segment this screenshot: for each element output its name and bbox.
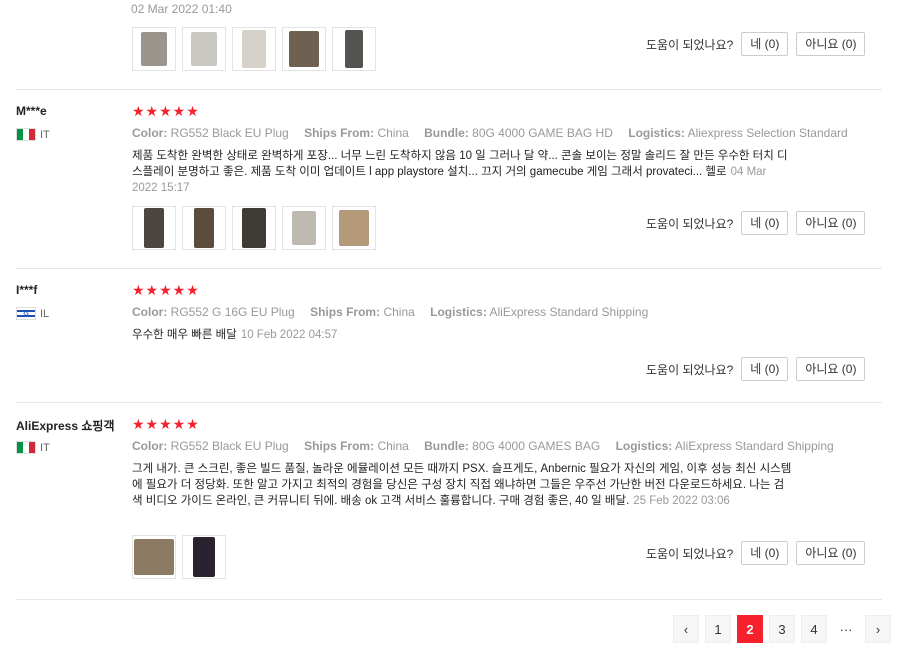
helpful-no-button[interactable]: 아니요 (0)	[796, 541, 866, 565]
helpful-question: 도움이 되었나요?	[646, 216, 734, 231]
page-1-button[interactable]: 1	[705, 615, 731, 643]
attr-value: RG552 Black EU Plug	[170, 126, 289, 140]
review-body: 제품 도착한 완벽한 상태로 완벽하게 포장... 너무 느린 도착하지 않음 …	[132, 150, 788, 178]
country-code: IL	[40, 307, 50, 320]
sku-attributes: Color: RG552 G 16G EU Plug Ships From: C…	[132, 305, 660, 319]
review-body: 우수한 매우 빠른 배달	[132, 329, 237, 341]
helpful-widget: 도움이 되었나요? 네 (0) 아니요 (0)	[646, 541, 866, 565]
review-photo[interactable]	[132, 27, 176, 71]
attr-key: Bundle:	[424, 126, 469, 140]
review-item: AliExpress 쇼핑객 IT ★★★★★ Color: RG552 Bla…	[0, 403, 900, 599]
review-date: 25 Feb 2022 03:06	[633, 495, 730, 507]
helpful-question: 도움이 되었나요?	[646, 362, 734, 377]
review-photo[interactable]	[232, 206, 276, 250]
review-photo[interactable]	[182, 535, 226, 579]
review-photo[interactable]	[332, 206, 376, 250]
attr-value: AliExpress Standard Shipping	[489, 305, 649, 319]
review-date: 02 Mar 2022 01:40	[131, 2, 232, 16]
helpful-no-button[interactable]: 아니요 (0)	[796, 357, 866, 381]
attr-key: Ships From:	[304, 439, 375, 453]
reviewer-name: I***f	[16, 283, 38, 297]
attr-value: China	[383, 305, 415, 319]
review-date: 10 Feb 2022 04:57	[240, 329, 338, 341]
review-photo[interactable]	[182, 206, 226, 250]
pagination: ‹ 1 2 3 4 ··· ›	[673, 615, 891, 643]
attr-value: AliExpress Standard Shipping	[674, 439, 834, 453]
attr-value: RG552 G 16G EU Plug	[170, 305, 295, 319]
review-item: I***f IL ★★★★★ Color: RG552 G 16G EU Plu…	[0, 269, 900, 402]
pagination-ellipsis: ···	[833, 615, 859, 643]
review-photos	[132, 535, 226, 579]
helpful-no-button[interactable]: 아니요 (0)	[796, 211, 866, 235]
review-photo[interactable]	[132, 535, 176, 579]
reviewer-country: IT	[16, 128, 50, 141]
attr-value: China	[377, 439, 409, 453]
attr-key: Logistics:	[628, 126, 685, 140]
attr-value: 80G 4000 GAME BAG HD	[472, 126, 613, 140]
review-item: M***e IT ★★★★★ Color: RG552 Black EU Plu…	[0, 90, 900, 268]
review-text: 제품 도착한 완벽한 상태로 완벽하게 포장... 너무 느린 도착하지 않음 …	[132, 148, 792, 196]
divider	[16, 599, 882, 600]
next-page-button[interactable]: ›	[865, 615, 891, 643]
review-photo[interactable]	[232, 27, 276, 71]
review-photos	[132, 27, 376, 71]
attr-value: RG552 Black EU Plug	[170, 439, 289, 453]
attr-key: Logistics:	[615, 439, 673, 453]
review-photo[interactable]	[332, 27, 376, 71]
attr-value: 80G 4000 GAMES BAG	[472, 439, 601, 453]
rating-stars: ★★★★★	[132, 282, 200, 298]
attr-value: China	[377, 126, 409, 140]
review-photo[interactable]	[132, 206, 176, 250]
attr-key: Bundle:	[424, 439, 469, 453]
helpful-question: 도움이 되었나요?	[646, 546, 734, 561]
attr-key: Color:	[132, 126, 168, 140]
prev-page-button[interactable]: ‹	[673, 615, 699, 643]
attr-key: Color:	[132, 439, 168, 453]
helpful-yes-button[interactable]: 네 (0)	[741, 357, 789, 381]
review-photos	[132, 206, 376, 250]
reviewer-country: IT	[16, 441, 50, 454]
review-photo[interactable]	[282, 206, 326, 250]
page-4-button[interactable]: 4	[801, 615, 827, 643]
country-code: IT	[40, 441, 50, 454]
review-text: 그게 내가. 큰 스크린, 좋은 빌드 품질, 놀라운 에뮬레이션 모든 때까지…	[132, 461, 792, 509]
helpful-question: 도움이 되었나요?	[646, 37, 734, 52]
italy-flag-icon	[16, 441, 36, 454]
helpful-widget: 도움이 되었나요? 네 (0) 아니요 (0)	[646, 32, 866, 56]
rating-stars: ★★★★★	[132, 103, 200, 119]
helpful-yes-button[interactable]: 네 (0)	[741, 211, 789, 235]
attr-key: Logistics:	[430, 305, 487, 319]
review-photo[interactable]	[282, 27, 326, 71]
attr-key: Ships From:	[304, 126, 375, 140]
reviewer-name: AliExpress 쇼핑객	[16, 419, 115, 433]
helpful-no-button[interactable]: 아니요 (0)	[796, 32, 866, 56]
attr-value: Aliexpress Selection Standard	[687, 126, 848, 140]
helpful-widget: 도움이 되었나요? 네 (0) 아니요 (0)	[646, 211, 866, 235]
review-top-partial: 02 Mar 2022 01:40 도움이 되었나요? 네 (0) 아니요 (0…	[0, 0, 900, 90]
page-3-button[interactable]: 3	[769, 615, 795, 643]
italy-flag-icon	[16, 128, 36, 141]
attr-key: Ships From:	[310, 305, 381, 319]
country-code: IT	[40, 128, 50, 141]
israel-flag-icon	[16, 307, 36, 320]
page-2-button[interactable]: 2	[737, 615, 763, 643]
sku-attributes: Color: RG552 Black EU Plug Ships From: C…	[132, 126, 860, 140]
helpful-widget: 도움이 되었나요? 네 (0) 아니요 (0)	[646, 357, 866, 381]
rating-stars: ★★★★★	[132, 416, 200, 432]
helpful-yes-button[interactable]: 네 (0)	[741, 541, 789, 565]
review-photo[interactable]	[182, 27, 226, 71]
review-text: 우수한 매우 빠른 배달 10 Feb 2022 04:57	[132, 327, 792, 343]
sku-attributes: Color: RG552 Black EU Plug Ships From: C…	[132, 439, 846, 453]
reviewer-country: IL	[16, 307, 49, 320]
helpful-yes-button[interactable]: 네 (0)	[741, 32, 789, 56]
reviewer-name: M***e	[16, 104, 47, 118]
attr-key: Color:	[132, 305, 168, 319]
